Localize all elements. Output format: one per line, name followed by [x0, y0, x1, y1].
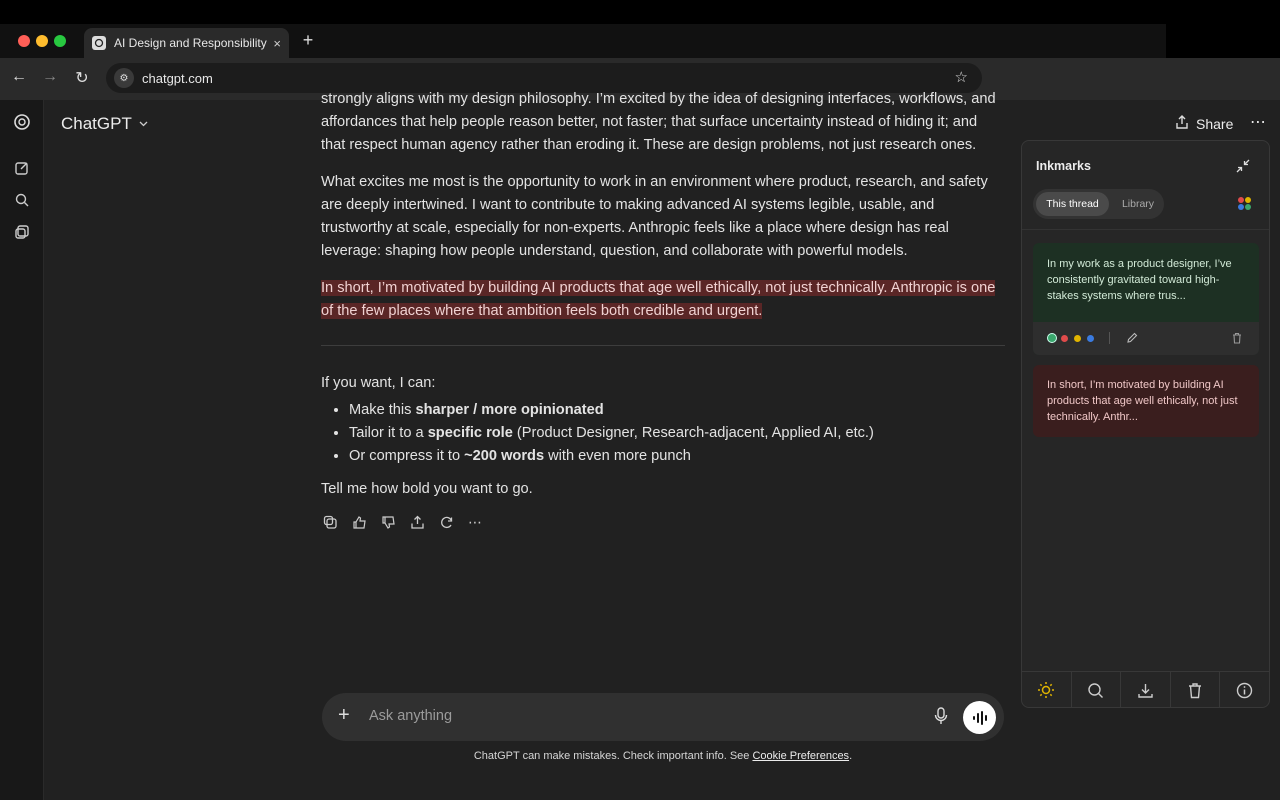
delete-card-icon[interactable]	[1231, 332, 1243, 349]
composer[interactable]: + Ask anything	[322, 693, 1004, 741]
tab-this-thread[interactable]: This thread	[1036, 192, 1109, 216]
inkmark-card-text: In short, I’m motivated by building AI p…	[1047, 379, 1238, 423]
openai-logo-icon[interactable]	[12, 112, 32, 132]
microphone-icon[interactable]	[934, 707, 948, 730]
chevron-down-icon	[138, 114, 149, 134]
tab-title: AI Design and Responsibility	[114, 36, 267, 50]
assistant-paragraph-2: What excites me most is the opportunity …	[321, 174, 988, 259]
reload-icon[interactable]: ↻	[72, 68, 92, 88]
color-palette-icon[interactable]	[1238, 197, 1252, 211]
bookmark-star-icon[interactable]: ☆	[955, 68, 968, 86]
thumbs-up-icon[interactable]	[350, 513, 368, 531]
toolbar-divider	[1109, 332, 1110, 344]
list-item: Or compress it to ~200 words with even m…	[349, 445, 1005, 468]
minimize-window-button[interactable]	[36, 35, 48, 47]
forward-icon[interactable]: →	[40, 68, 60, 86]
more-options-icon[interactable]: ⋯	[1250, 112, 1267, 132]
back-icon[interactable]: ←	[9, 68, 29, 86]
color-green-button[interactable]	[1047, 333, 1057, 343]
trash-icon[interactable]	[1171, 672, 1221, 708]
list-item: Make this sharper / more opinionated	[349, 399, 1005, 422]
model-selector[interactable]: ChatGPT	[61, 114, 149, 134]
conversation: strongly aligns with my design philosoph…	[321, 88, 1005, 531]
site-settings-icon[interactable]: ⚙	[114, 68, 134, 88]
panel-title: Inkmarks	[1036, 159, 1091, 173]
sidebar-rail	[0, 100, 44, 800]
inkmarks-panel: Inkmarks This thread Library In my work …	[1021, 140, 1270, 708]
panel-bottom-toolbar	[1022, 671, 1269, 708]
message-actions: ⋯	[321, 513, 1005, 531]
theme-sun-icon[interactable]	[1022, 672, 1072, 708]
copy-icon[interactable]	[321, 513, 339, 531]
browser-chrome: AI Design and Responsibility × + ← → ↻ ⚙…	[0, 0, 1280, 100]
edit-pencil-icon[interactable]	[1126, 332, 1138, 349]
new-tab-button[interactable]: +	[298, 30, 318, 51]
more-actions-icon[interactable]: ⋯	[466, 513, 484, 531]
panel-tabs: This thread Library	[1033, 189, 1164, 219]
info-icon[interactable]	[1220, 672, 1269, 708]
list-item: Tailor it to a specific role (Product De…	[349, 422, 1005, 445]
assistant-closing: Tell me how bold you want to go.	[321, 481, 533, 497]
download-icon[interactable]	[1121, 672, 1171, 708]
tab-library[interactable]: Library	[1115, 192, 1161, 216]
color-yellow-button[interactable]	[1074, 335, 1081, 342]
share-label: Share	[1196, 115, 1234, 132]
message-input[interactable]: Ask anything	[369, 708, 452, 724]
regenerate-icon[interactable]	[437, 513, 455, 531]
inkmark-card-toolbar	[1033, 322, 1259, 355]
browser-tab[interactable]: AI Design and Responsibility ×	[84, 28, 289, 58]
share-button[interactable]: Share	[1174, 114, 1233, 133]
new-chat-icon[interactable]	[12, 158, 32, 178]
panel-divider	[1022, 229, 1269, 230]
chatgpt-favicon-icon	[92, 36, 106, 50]
followup-list: Make this sharper / more opinionated Tai…	[349, 399, 1005, 468]
thumbs-down-icon[interactable]	[379, 513, 397, 531]
waveform-icon	[972, 710, 987, 725]
assistant-paragraph-partial: strongly aligns with my design philosoph…	[321, 91, 996, 107]
inkmark-card[interactable]: In my work as a product designer, I’ve c…	[1033, 243, 1259, 355]
collapse-icon[interactable]	[1236, 159, 1250, 176]
color-blue-button[interactable]	[1087, 335, 1094, 342]
tab-close-icon[interactable]: ×	[273, 36, 281, 51]
panel-search-icon[interactable]	[1072, 672, 1122, 708]
maximize-window-button[interactable]	[54, 35, 66, 47]
url-text: chatgpt.com	[142, 70, 213, 86]
disclaimer: ChatGPT can make mistakes. Check importa…	[473, 750, 853, 762]
color-red-button[interactable]	[1061, 335, 1068, 342]
voice-mode-button[interactable]	[963, 701, 996, 734]
assistant-paragraph-3: In short, I’m motivated by building AI p…	[321, 277, 1005, 323]
library-icon[interactable]	[12, 222, 32, 242]
search-icon[interactable]	[12, 190, 32, 210]
inkmark-highlight[interactable]: In short, I’m motivated by building AI p…	[321, 280, 996, 319]
followup-intro: If you want, I can:	[321, 375, 436, 391]
assistant-paragraph-1: affordances that help people reason bett…	[321, 114, 978, 153]
chat-app: ChatGPT Share ⋯ strongly aligns with my …	[0, 91, 1280, 800]
add-attachment-button[interactable]: +	[338, 704, 350, 727]
share-message-icon[interactable]	[408, 513, 426, 531]
share-icon	[1174, 114, 1190, 133]
brand-label: ChatGPT	[61, 114, 132, 133]
close-window-button[interactable]	[18, 35, 30, 47]
cookie-preferences-link[interactable]: Cookie Preferences	[752, 750, 849, 762]
divider	[321, 345, 1005, 346]
inkmark-card[interactable]: In short, I’m motivated by building AI p…	[1033, 365, 1259, 437]
inkmark-card-text: In my work as a product designer, I’ve c…	[1047, 258, 1232, 302]
